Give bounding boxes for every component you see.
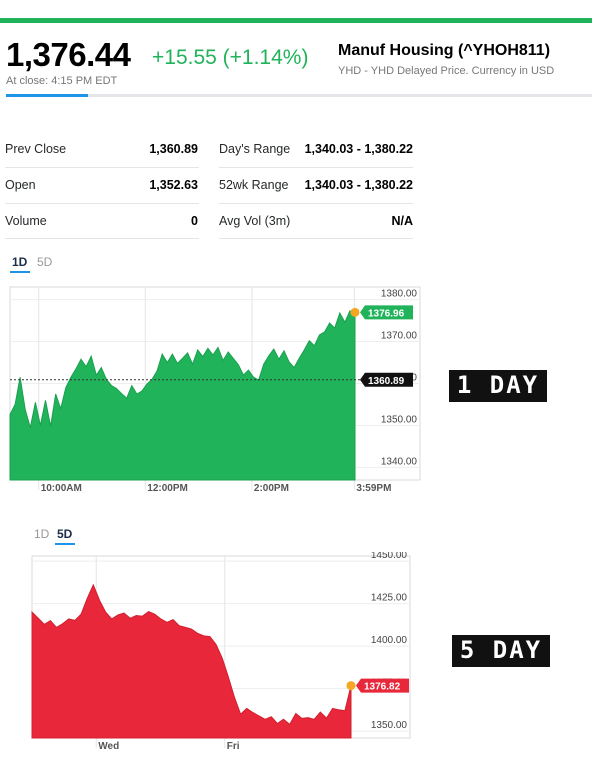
stat-label-prev-close: Prev Close: [5, 142, 67, 156]
y-tick-label: 1400.00: [371, 635, 408, 646]
stat-label-avg-vol: Avg Vol (3m): [219, 214, 291, 228]
last-price-badge: 1376.82: [356, 678, 409, 693]
tab-5d[interactable]: 5D: [57, 527, 72, 541]
chart-5d[interactable]: 1450.001425.001400.001375.001350.00 WedF…: [0, 552, 430, 752]
company-name: Manuf Housing (^YHOH811): [338, 42, 551, 59]
y-tick-label: 1425.00: [371, 593, 408, 604]
header-divider: [6, 94, 592, 97]
stat-label-volume: Volume: [5, 214, 47, 228]
header-divider-highlight: [6, 94, 88, 97]
tab-1d-underline: [10, 271, 30, 273]
stat-value-days-range: 1,340.03 - 1,380.22: [304, 142, 413, 156]
stat-value-open: 1,352.63: [149, 178, 198, 192]
top-accent-bar: [0, 18, 592, 23]
chart-5d-price-area: [31, 583, 352, 739]
chart-1d-price-area: [9, 310, 356, 481]
stat-row-divider: [219, 203, 413, 204]
stat-row-divider: [219, 167, 413, 168]
last-price-badge: 1376.96: [360, 305, 413, 320]
y-tick-label: 1370.00: [381, 331, 418, 342]
y-tick-label: 1340.00: [381, 456, 418, 467]
stat-label-open: Open: [5, 178, 36, 192]
x-tick-label: 2:00PM: [254, 483, 289, 494]
stat-row-divider: [5, 238, 199, 239]
x-tick-label: 10:00AM: [41, 483, 82, 494]
y-tick-label: 1350.00: [381, 414, 418, 425]
stat-label-days-range: Day's Range: [219, 142, 291, 156]
quote-source-info: YHD - YHD Delayed Price. Currency in USD: [338, 65, 555, 77]
x-tick-label: 3:59PM: [356, 483, 391, 494]
last-price-badge-text: 1376.96: [368, 308, 405, 319]
stat-row-divider: [219, 238, 413, 239]
quote-change: +15.55 (+1.14%): [152, 46, 309, 69]
quote-stats-table: Prev Close 1,360.89 Day's Range 1,340.03…: [0, 130, 592, 242]
stat-row-divider: [5, 203, 199, 204]
x-tick-label: Fri: [227, 741, 240, 752]
x-tick-label: 12:00PM: [147, 483, 188, 494]
tab-1d[interactable]: 1D: [12, 255, 27, 269]
market-close-time: At close: 4:15 PM EDT: [6, 75, 118, 87]
last-price-marker: [346, 681, 356, 691]
prev-close-badge-text: 1360.89: [368, 376, 405, 387]
stat-value-52wk-range: 1,340.03 - 1,380.22: [304, 178, 413, 192]
five-day-label: 5 DAY: [452, 635, 550, 667]
last-price-marker: [350, 307, 360, 317]
one-day-label: 1 DAY: [449, 370, 547, 402]
tab-5d-underline: [55, 543, 75, 545]
y-tick-label: 1380.00: [381, 289, 418, 300]
stat-label-52wk-range: 52wk Range: [219, 178, 289, 192]
stat-value-prev-close: 1,360.89: [149, 142, 198, 156]
tab-5d[interactable]: 5D: [37, 255, 52, 269]
tab-1d[interactable]: 1D: [34, 527, 49, 541]
chart-1d[interactable]: 1380.001370.001360.001350.001340.00 10:0…: [0, 280, 430, 500]
prev-close-badge: 1360.89: [360, 372, 413, 387]
stat-row-divider: [5, 167, 199, 168]
quote-price: 1,376.44: [6, 36, 131, 73]
stat-value-avg-vol: N/A: [391, 214, 413, 228]
y-tick-label: 1350.00: [371, 720, 408, 731]
last-price-badge-text: 1376.82: [364, 682, 401, 693]
y-tick-label: 1450.00: [371, 552, 408, 561]
x-tick-label: Wed: [98, 741, 119, 752]
stat-value-volume: 0: [191, 214, 198, 228]
